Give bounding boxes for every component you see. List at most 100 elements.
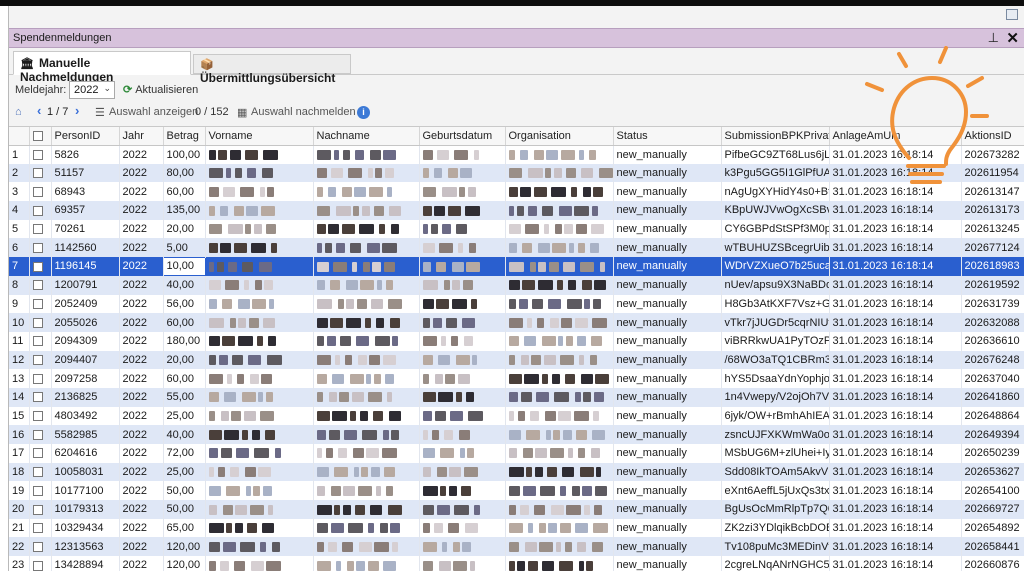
last-name-cell[interactable] <box>313 201 420 220</box>
year-cell[interactable]: 2022 <box>119 257 164 276</box>
amount-cell[interactable]: 80,00 <box>163 163 206 183</box>
row-number[interactable]: 10 <box>9 313 30 332</box>
birthdate-cell[interactable] <box>419 145 506 164</box>
person-id-cell[interactable]: 13428894 <box>51 556 120 571</box>
birthdate-cell[interactable] <box>419 313 506 332</box>
table-row[interactable]: 14 2136825 2022 55,00 new_manually 1n4Vwepy/V… <box>9 387 1024 407</box>
birthdate-cell[interactable] <box>419 556 506 571</box>
amount-cell[interactable]: 55,00 <box>163 387 206 407</box>
last-name-cell[interactable] <box>313 163 420 183</box>
checkbox[interactable] <box>32 242 43 253</box>
organisation-cell[interactable] <box>505 219 614 239</box>
checkbox[interactable] <box>32 504 43 515</box>
action-id-cell[interactable]: 202618983 <box>961 257 1024 276</box>
amount-cell[interactable]: 25,00 <box>163 406 206 426</box>
organisation-cell[interactable] <box>505 518 614 538</box>
submission-bpk-cell[interactable]: Sdd08IkTOAm5AkvVU <box>721 462 830 482</box>
row-checkbox[interactable] <box>29 444 52 463</box>
action-id-cell[interactable]: 202636610 <box>961 331 1024 351</box>
action-id-cell[interactable]: 202613245 <box>961 219 1024 239</box>
status-cell[interactable]: new_manually <box>613 145 722 164</box>
action-id-cell[interactable]: 202611954 <box>961 163 1024 183</box>
status-cell[interactable]: new_manually <box>613 369 722 388</box>
first-name-cell[interactable] <box>205 556 314 571</box>
row-checkbox[interactable] <box>29 238 52 258</box>
organisation-cell[interactable] <box>505 313 614 332</box>
submission-bpk-cell[interactable]: nUev/apsu9X3NaBDqc <box>721 275 830 295</box>
row-number[interactable]: 9 <box>9 294 30 314</box>
row-checkbox[interactable] <box>29 406 52 426</box>
created-at-cell[interactable]: 31.01.2023 16:18:14 <box>829 350 962 370</box>
birthdate-cell[interactable] <box>419 500 506 519</box>
column-header[interactable]: PersonID <box>51 127 120 146</box>
submission-bpk-cell[interactable]: eXnt6AeffL5jUxQs3tx <box>721 481 830 501</box>
submission-bpk-cell[interactable]: viBRRkwUA1PyTOzPyE <box>721 331 830 351</box>
status-cell[interactable]: new_manually <box>613 275 722 295</box>
birthdate-cell[interactable] <box>419 406 506 426</box>
year-cell[interactable]: 2022 <box>119 313 164 332</box>
status-cell[interactable]: new_manually <box>613 182 722 202</box>
checkbox[interactable] <box>32 429 43 440</box>
last-name-cell[interactable] <box>313 556 420 571</box>
table-row[interactable]: 8 1200791 2022 40,00 new_manually nUev/apsu9X… <box>9 275 1024 295</box>
first-name-cell[interactable] <box>205 406 314 426</box>
row-checkbox[interactable] <box>29 387 52 407</box>
table-row[interactable]: 7 1196145 2022 10,00 new_manually WDrVZXueO7b… <box>9 256 1024 277</box>
organisation-cell[interactable] <box>505 350 614 370</box>
checkbox[interactable] <box>32 373 43 384</box>
table-row[interactable]: 22 12313563 2022 120,00 new_manually Tv108puM… <box>9 537 1024 557</box>
action-id-cell[interactable]: 202649394 <box>961 425 1024 444</box>
organisation-cell[interactable] <box>505 182 614 202</box>
status-cell[interactable]: new_manually <box>613 500 722 519</box>
amount-cell[interactable]: 56,00 <box>163 294 206 314</box>
organisation-cell[interactable] <box>505 331 614 351</box>
amount-cell[interactable]: 20,00 <box>163 219 206 239</box>
status-cell[interactable]: new_manually <box>613 444 722 463</box>
year-cell[interactable]: 2022 <box>119 406 164 426</box>
person-id-cell[interactable]: 2052409 <box>51 294 120 314</box>
person-id-cell[interactable]: 51157 <box>51 163 120 183</box>
row-number[interactable]: 1 <box>9 145 30 164</box>
created-at-cell[interactable]: 31.01.2023 16:18:14 <box>829 462 962 482</box>
amount-cell[interactable]: 135,00 <box>163 201 206 220</box>
amount-cell[interactable]: 50,00 <box>163 500 206 519</box>
created-at-cell[interactable]: 31.01.2023 16:18:14 <box>829 257 962 276</box>
created-at-cell[interactable]: 31.01.2023 16:18:14 <box>829 500 962 519</box>
created-at-cell[interactable]: 31.01.2023 16:18:14 <box>829 556 962 571</box>
person-id-cell[interactable]: 2055026 <box>51 313 120 332</box>
action-id-cell[interactable]: 202653627 <box>961 462 1024 482</box>
person-id-cell[interactable]: 69357 <box>51 201 120 220</box>
organisation-cell[interactable] <box>505 537 614 557</box>
submission-bpk-cell[interactable]: nAgUgXYHidY4s0+Bt4 <box>721 182 830 202</box>
status-cell[interactable]: new_manually <box>613 350 722 370</box>
checkbox[interactable] <box>32 261 43 272</box>
first-name-cell[interactable] <box>205 387 314 407</box>
row-number[interactable]: 13 <box>9 369 30 388</box>
first-name-cell[interactable] <box>205 425 314 444</box>
table-row[interactable]: 10 2055026 2022 60,00 new_manually vTkr7jJUGD… <box>9 313 1024 332</box>
amount-cell[interactable]: 40,00 <box>163 275 206 295</box>
row-number-header[interactable] <box>9 127 30 146</box>
checkbox[interactable] <box>32 280 43 291</box>
created-at-cell[interactable]: 31.01.2023 16:18:14 <box>829 425 962 444</box>
year-cell[interactable]: 2022 <box>119 182 164 202</box>
amount-cell[interactable]: 60,00 <box>163 182 206 202</box>
submission-bpk-cell[interactable]: PifbeGC9ZT68Lus6jL03 <box>721 145 830 164</box>
first-name-cell[interactable] <box>205 257 314 276</box>
birthdate-cell[interactable] <box>419 444 506 463</box>
checkbox[interactable] <box>32 411 43 422</box>
first-name-cell[interactable] <box>205 145 314 164</box>
last-name-cell[interactable] <box>313 219 420 239</box>
organisation-cell[interactable] <box>505 257 614 276</box>
row-checkbox[interactable] <box>29 350 52 370</box>
last-name-cell[interactable] <box>313 406 420 426</box>
tab-uebermittlungsuebersicht[interactable]: 📦Übermittlungsübersicht <box>193 54 351 85</box>
person-id-cell[interactable]: 2136825 <box>51 387 120 407</box>
table-row[interactable]: 15 4803492 2022 25,00 new_manually 6jyk/OW+rB… <box>9 406 1024 426</box>
year-select[interactable]: 2022 ⌄ <box>69 81 115 99</box>
last-name-cell[interactable] <box>313 257 420 276</box>
action-id-cell[interactable]: 202632088 <box>961 313 1024 332</box>
year-cell[interactable]: 2022 <box>119 518 164 538</box>
birthdate-cell[interactable] <box>419 275 506 295</box>
year-cell[interactable]: 2022 <box>119 500 164 519</box>
